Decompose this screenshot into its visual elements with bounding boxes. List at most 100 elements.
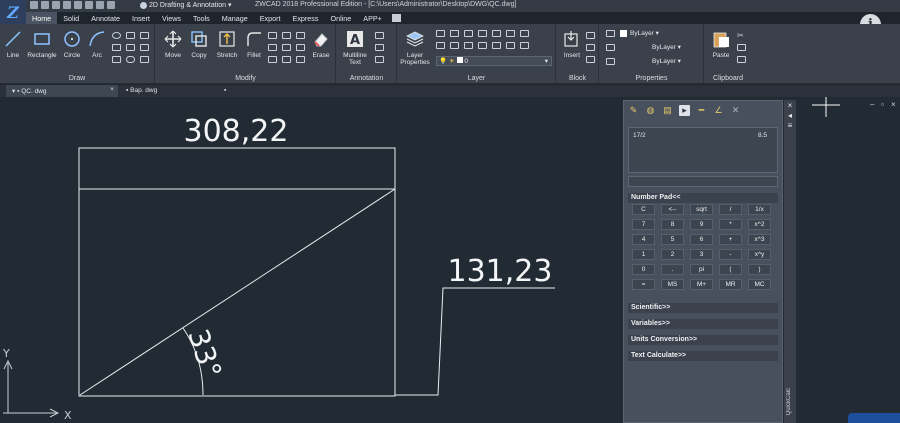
layer-freeze-icon[interactable] <box>464 30 473 37</box>
match-properties-icon[interactable] <box>606 30 615 37</box>
multiline-text-button[interactable]: A Multiline Text <box>339 30 371 66</box>
tab-export[interactable]: Export <box>254 12 287 24</box>
spline-icon[interactable] <box>126 44 135 51</box>
layer-isolate-icon[interactable] <box>492 30 501 37</box>
app-menu-button[interactable]: Z <box>0 0 26 24</box>
undo-icon[interactable] <box>96 1 104 9</box>
leader-icon[interactable] <box>375 44 384 51</box>
intersection-icon[interactable]: ✕ <box>730 105 741 116</box>
offset-icon[interactable] <box>268 56 277 63</box>
break-icon[interactable] <box>296 56 305 63</box>
key-memory-recall[interactable]: MR <box>719 279 742 290</box>
scientific-header[interactable]: Scientific>> <box>628 303 778 313</box>
layer-on-icon[interactable] <box>520 42 529 49</box>
array-icon[interactable] <box>296 44 305 51</box>
layer-dropdown[interactable]: 💡 ☀ 0 ▾ <box>436 56 552 66</box>
layer-merge-icon[interactable] <box>450 42 459 49</box>
move-button[interactable]: Move <box>160 30 186 59</box>
viewport-restore-icon[interactable]: ▫ <box>881 100 884 109</box>
scale-icon[interactable] <box>282 44 291 51</box>
linetype-icon[interactable] <box>606 44 615 51</box>
key-minus[interactable]: - <box>719 249 742 260</box>
key-3[interactable]: 3 <box>690 249 713 260</box>
key-memory-store[interactable]: MS <box>661 279 684 290</box>
lineweight-icon[interactable] <box>606 58 615 65</box>
key-8[interactable]: 8 <box>661 219 684 230</box>
layer-walk-icon[interactable] <box>436 42 445 49</box>
layer-thaw-icon[interactable] <box>492 42 501 49</box>
key-1[interactable]: 1 <box>632 249 655 260</box>
frame-rectangle[interactable] <box>78 147 396 397</box>
text-calculate-header[interactable]: Text Calculate>> <box>628 351 778 361</box>
copy-button[interactable]: Copy <box>186 30 212 59</box>
ribbon-minimize-icon[interactable] <box>391 14 401 22</box>
tab-solid[interactable]: Solid <box>57 12 85 24</box>
lineweight-dropdown[interactable]: ByLayer ▾ <box>652 57 681 65</box>
key-clear[interactable]: C <box>632 204 655 215</box>
key-divide[interactable]: / <box>719 204 742 215</box>
line-button[interactable]: Line <box>2 30 24 59</box>
create-block-icon[interactable] <box>586 32 595 39</box>
clear-history-icon[interactable]: ◍ <box>645 105 656 116</box>
layer-lock-icon[interactable] <box>478 30 487 37</box>
region-icon[interactable] <box>140 44 149 51</box>
dimension-icon[interactable] <box>375 32 384 39</box>
tab-tools[interactable]: Tools <box>187 12 216 24</box>
copy-clip-icon[interactable] <box>737 44 746 51</box>
doc-tab-close-icon[interactable]: × <box>110 86 114 93</box>
palette-properties-icon[interactable]: ≡ <box>786 122 794 130</box>
key-decimal[interactable]: . <box>661 264 684 275</box>
boundary-icon[interactable] <box>140 56 149 63</box>
insert-button[interactable]: Insert <box>559 30 585 59</box>
point-icon[interactable] <box>112 56 121 63</box>
save-as-icon[interactable] <box>63 1 71 9</box>
viewport-minimize-icon[interactable]: – <box>870 100 874 109</box>
key-memory-clear[interactable]: MC <box>748 279 771 290</box>
palette-close-icon[interactable]: × <box>786 102 794 110</box>
plot-icon[interactable] <box>85 1 93 9</box>
dimension-top-text[interactable]: 308,22 <box>184 114 289 149</box>
doc-tab-qc[interactable]: ▾ ▪ QC. dwg × <box>6 85 118 97</box>
key-memory-add[interactable]: M+ <box>690 279 713 290</box>
arc-button[interactable]: Arc <box>86 30 108 59</box>
tab-views[interactable]: Views <box>156 12 187 24</box>
key-6[interactable]: 6 <box>690 234 713 245</box>
save-icon[interactable] <box>52 1 60 9</box>
key-square[interactable]: x^2 <box>748 219 771 230</box>
variables-header[interactable]: Variables>> <box>628 319 778 329</box>
key-4[interactable]: 4 <box>632 234 655 245</box>
key-7[interactable]: 7 <box>632 219 655 230</box>
key-0[interactable]: 0 <box>632 264 655 275</box>
key-backspace[interactable]: <-- <box>661 204 684 215</box>
erase-button[interactable]: Erase <box>308 30 334 59</box>
quickcalc-titlebar[interactable]: × ◂ ≡ QuickCalc <box>784 100 796 423</box>
key-sqrt[interactable]: sqrt <box>690 204 713 215</box>
workspace-dropdown[interactable]: 2D Drafting & Annotation ▾ <box>140 1 232 9</box>
new-file-icon[interactable] <box>30 1 38 9</box>
key-5[interactable]: 5 <box>661 234 684 245</box>
tab-express[interactable]: Express <box>287 12 325 24</box>
ellipse-icon[interactable] <box>112 32 121 39</box>
tab-insert[interactable]: Insert <box>126 12 156 24</box>
revcloud-icon[interactable] <box>126 56 135 63</box>
key-plus[interactable]: + <box>719 234 742 245</box>
tab-manage[interactable]: Manage <box>216 12 254 24</box>
layer-off-icon[interactable] <box>450 30 459 37</box>
key-close-paren[interactable]: ) <box>748 264 771 275</box>
fillet-button[interactable]: Fillet <box>242 30 266 59</box>
key-open-paren[interactable]: ( <box>719 264 742 275</box>
stretch-button[interactable]: Stretch <box>212 30 242 59</box>
key-power[interactable]: x^y <box>748 249 771 260</box>
key-cube[interactable]: x^3 <box>748 234 771 245</box>
history-area[interactable]: 17/2 8.5 <box>628 127 778 173</box>
match-clip-icon[interactable] <box>737 56 746 63</box>
new-tab-button[interactable]: ▪ <box>222 85 236 97</box>
key-multiply[interactable]: * <box>719 219 742 230</box>
circle-button[interactable]: Circle <box>60 30 84 59</box>
tab-home[interactable]: Home <box>26 12 58 24</box>
angle-text[interactable]: 33° <box>181 325 228 382</box>
rotate-icon[interactable] <box>268 32 277 39</box>
key-2[interactable]: 2 <box>661 249 684 260</box>
linetype-dropdown[interactable]: ByLayer ▾ <box>652 43 681 51</box>
rectangle-button[interactable]: Rectangle <box>24 30 60 59</box>
